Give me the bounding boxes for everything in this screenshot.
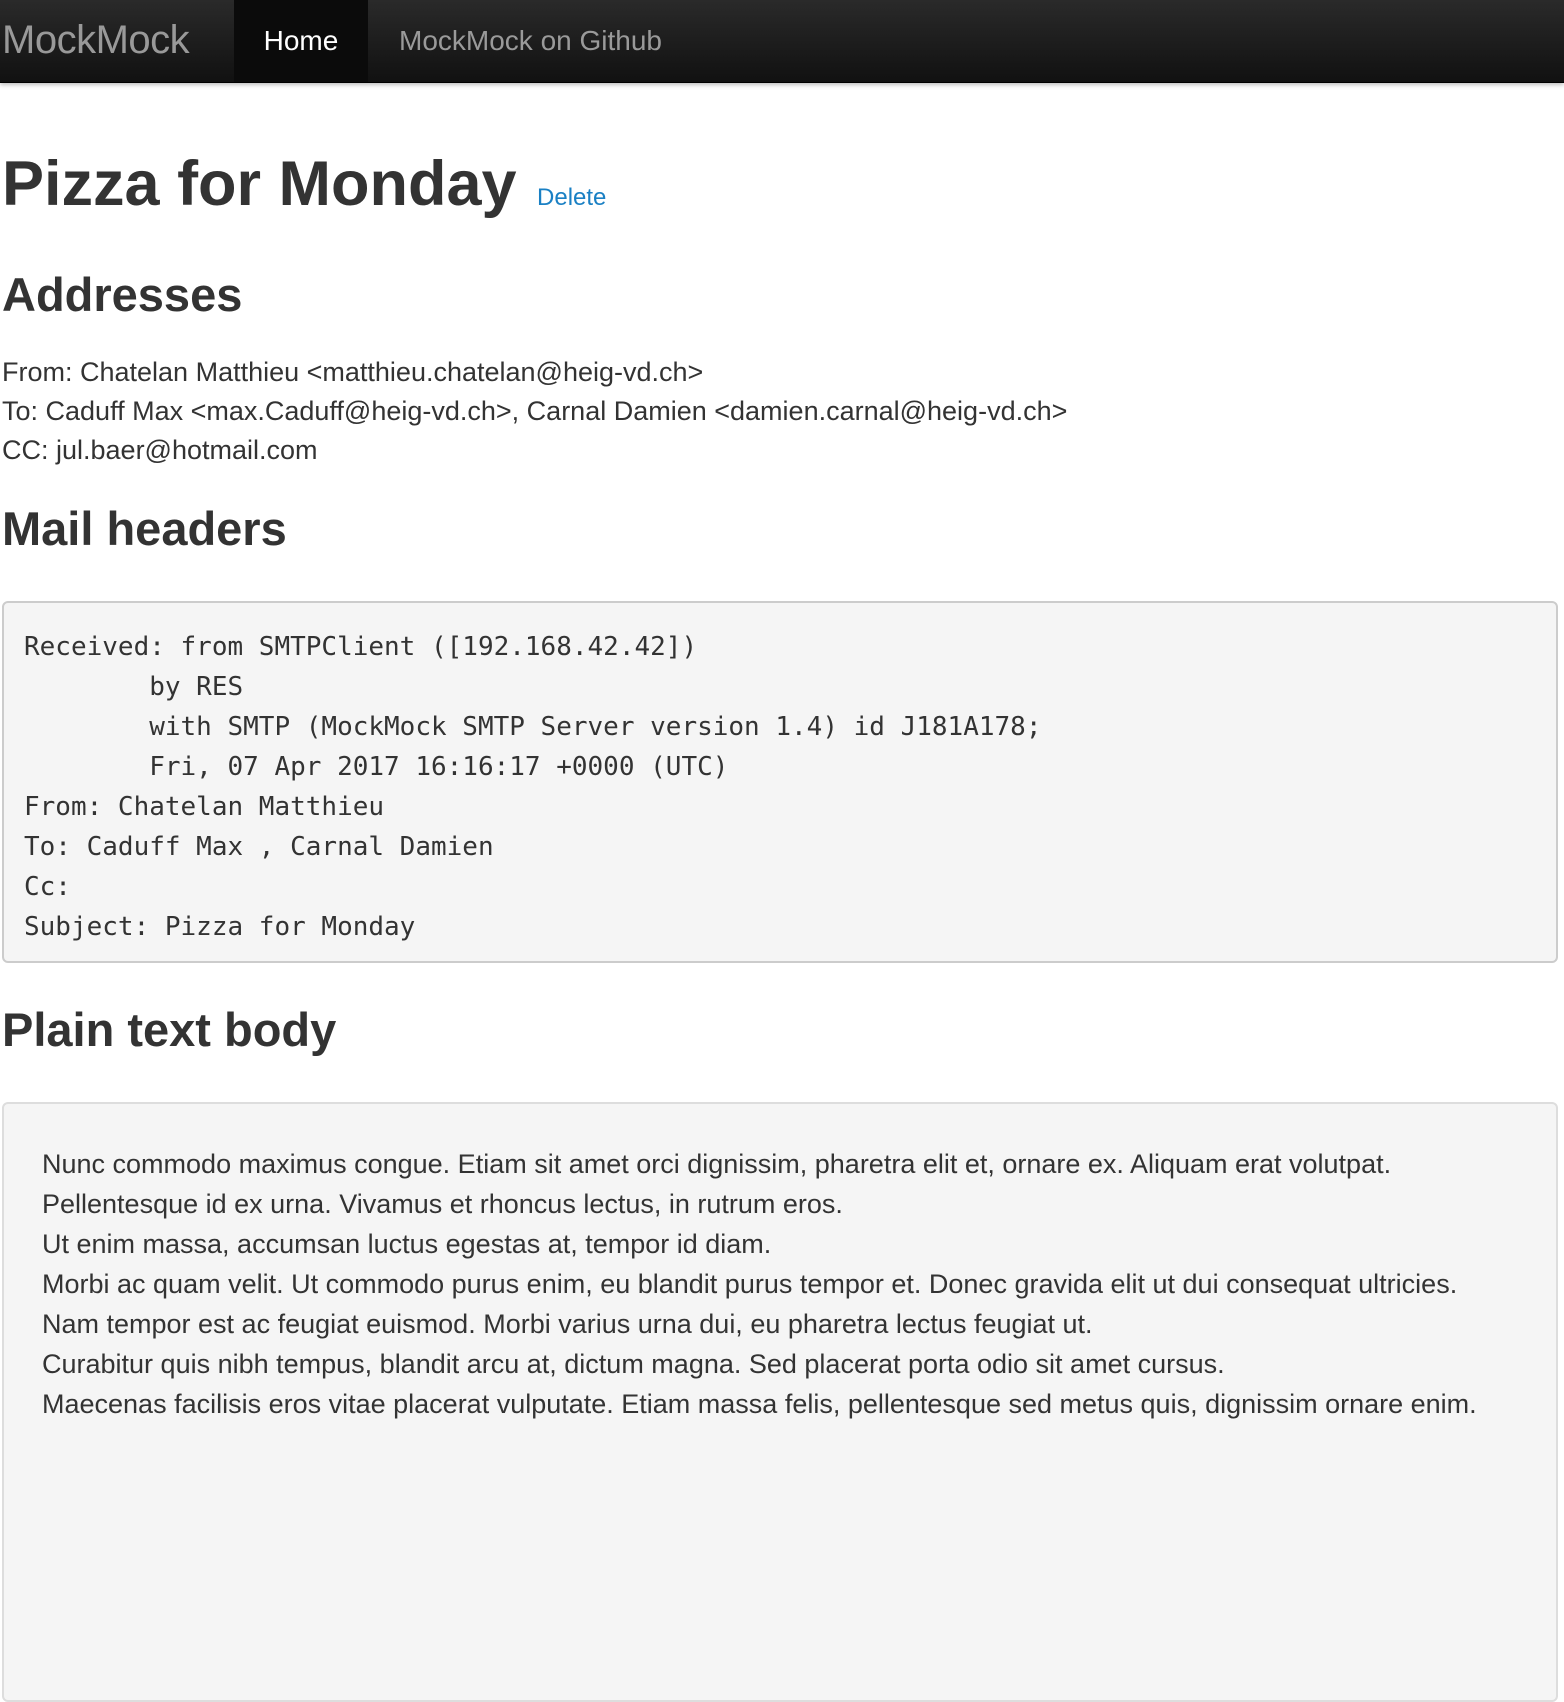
page-title: Pizza for Monday: [2, 149, 517, 219]
from-address: From: Chatelan Matthieu <matthieu.chatel…: [2, 357, 704, 387]
header-line: Subject: Pizza for Monday: [24, 912, 416, 942]
body-paragraph: Nam tempor est ac feugiat euismod. Morbi…: [42, 1309, 1093, 1339]
to-address: To: Caduff Max <max.Caduff@heig-vd.ch>, …: [2, 396, 1068, 426]
top-navbar: MockMock Home MockMock on Github: [0, 0, 1564, 83]
body-paragraph: Morbi ac quam velit. Ut commodo purus en…: [42, 1269, 1458, 1299]
body-paragraph: Curabitur quis nibh tempus, blandit arcu…: [42, 1349, 1225, 1379]
header-line: by RES: [24, 672, 244, 702]
header-line: Cc:: [24, 872, 71, 902]
body-heading: Plain text body: [2, 1003, 337, 1056]
header-line: To: Caduff Max , Carnal Damien: [24, 832, 494, 862]
headers-heading: Mail headers: [2, 502, 287, 555]
body-paragraph: Ut enim massa, accumsan luctus egestas a…: [42, 1229, 772, 1259]
body-paragraph: Pellentesque id ex urna. Vivamus et rhon…: [42, 1189, 843, 1219]
mail-headers-block: Received: from SMTPClient ([192.168.42.4…: [2, 601, 1558, 963]
header-line: From: Chatelan Matthieu: [24, 792, 385, 822]
delete-link[interactable]: Delete: [537, 184, 606, 212]
addresses-heading: Addresses: [2, 268, 243, 321]
nav-github-link[interactable]: MockMock on Github: [399, 0, 662, 82]
cc-address: CC: jul.baer@hotmail.com: [2, 435, 318, 465]
body-paragraph: Nunc commodo maximus congue. Etiam sit a…: [42, 1149, 1392, 1179]
brand-logo[interactable]: MockMock: [2, 16, 190, 64]
body-paragraph: Maecenas facilisis eros vitae placerat v…: [42, 1389, 1477, 1419]
header-line: Received: from SMTPClient ([192.168.42.4…: [24, 632, 698, 662]
nav-home[interactable]: Home: [234, 0, 368, 82]
header-line: Fri, 07 Apr 2017 16:16:17 +0000 (UTC): [24, 752, 729, 782]
plain-text-body: Nunc commodo maximus congue. Etiam sit a…: [2, 1102, 1558, 1702]
header-line: with SMTP (MockMock SMTP Server version …: [24, 712, 1042, 742]
title-row: Pizza for Monday Delete: [2, 148, 606, 220]
